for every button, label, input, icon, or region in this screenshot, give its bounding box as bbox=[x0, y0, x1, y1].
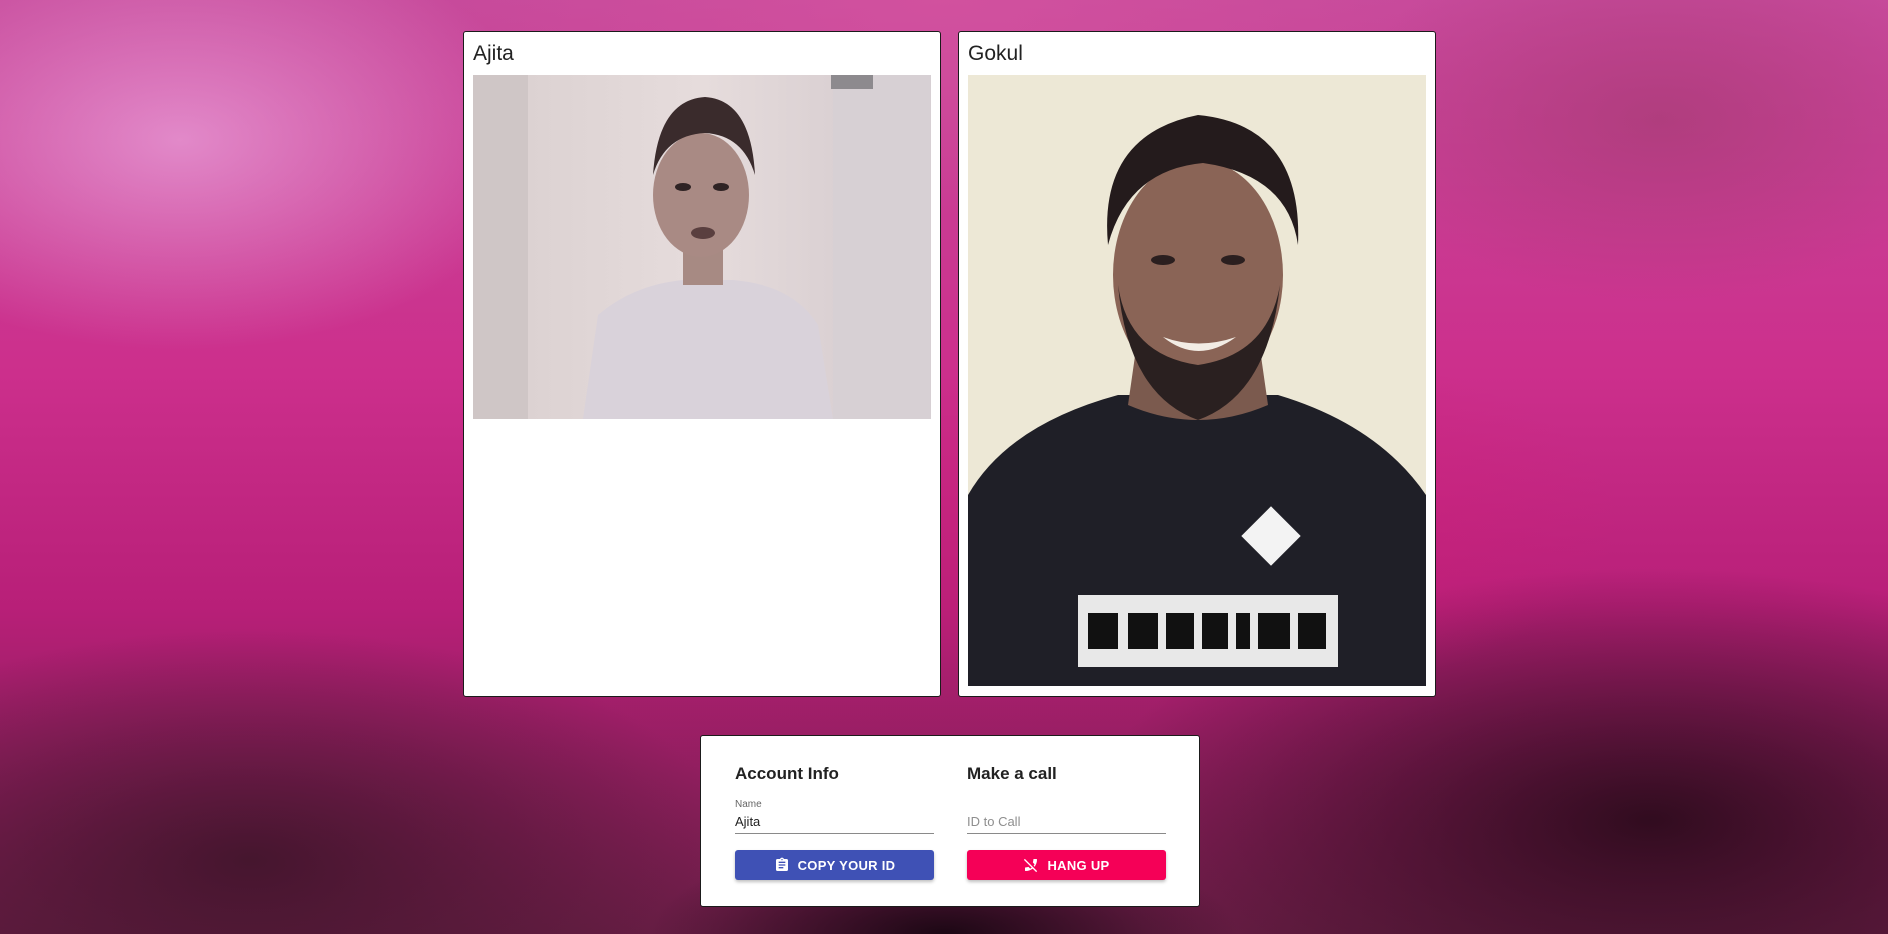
make-call-title: Make a call bbox=[967, 764, 1057, 783]
account-info-title: Account Info bbox=[735, 764, 839, 783]
id-to-call-input[interactable] bbox=[967, 812, 1166, 834]
copy-id-button[interactable]: COPY YOUR ID bbox=[735, 850, 934, 880]
hang-up-button[interactable]: HANG UP bbox=[967, 850, 1166, 880]
account-info-section: Account Info Name COPY YOUR ID bbox=[735, 764, 935, 880]
my-video-card: Ajita bbox=[463, 31, 941, 697]
remote-video-card: Gokul bbox=[958, 31, 1436, 697]
copy-id-label: COPY YOUR ID bbox=[797, 857, 896, 873]
remote-video-stream bbox=[968, 75, 1426, 686]
my-video-image bbox=[473, 75, 931, 419]
name-input[interactable] bbox=[735, 812, 934, 834]
my-video-name: Ajita bbox=[473, 42, 514, 65]
name-label: Name bbox=[735, 799, 762, 810]
remote-video-name: Gokul bbox=[968, 42, 1023, 65]
clipboard-icon bbox=[774, 857, 790, 873]
my-video-stream bbox=[473, 75, 931, 419]
phone-disabled-icon bbox=[1023, 857, 1039, 873]
controls-panel: Account Info Name COPY YOUR ID Make a ca… bbox=[700, 735, 1200, 907]
make-call-section: Make a call HANG UP bbox=[967, 764, 1167, 880]
remote-video-image bbox=[968, 75, 1426, 686]
hang-up-label: HANG UP bbox=[1047, 857, 1110, 873]
